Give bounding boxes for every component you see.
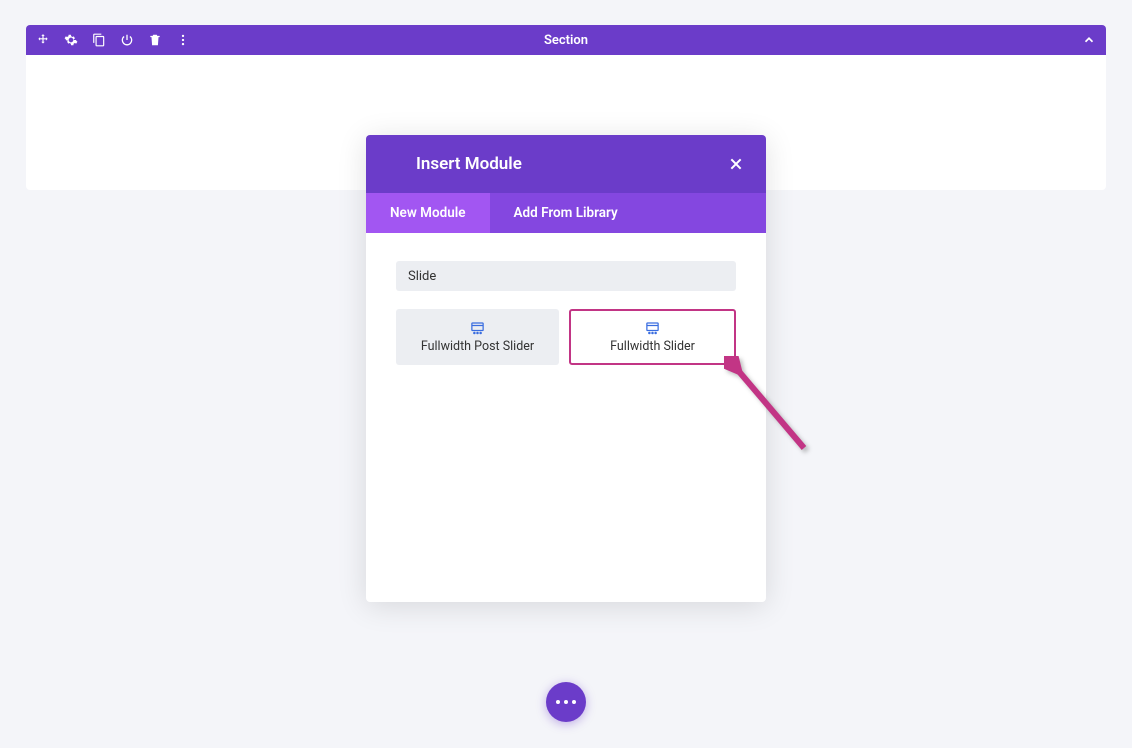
tab-new-module[interactable]: New Module — [366, 193, 490, 233]
modal-body: Fullwidth Post Slider Fullwidth Slider — [366, 233, 766, 602]
trash-icon[interactable] — [148, 33, 162, 47]
modal-header: Insert Module — [366, 135, 766, 193]
module-label: Fullwidth Slider — [610, 339, 695, 354]
duplicate-icon[interactable] — [92, 33, 106, 47]
section-tools — [36, 33, 190, 47]
section-header: Section — [26, 25, 1106, 55]
module-fullwidth-post-slider[interactable]: Fullwidth Post Slider — [396, 309, 559, 365]
chevron-up-icon[interactable] — [1082, 33, 1096, 47]
page-actions-button[interactable] — [546, 682, 586, 722]
module-label: Fullwidth Post Slider — [421, 339, 534, 354]
module-fullwidth-slider[interactable]: Fullwidth Slider — [569, 309, 736, 365]
close-icon[interactable] — [728, 156, 744, 172]
slider-icon — [645, 321, 660, 335]
power-icon[interactable] — [120, 33, 134, 47]
more-icon[interactable] — [176, 33, 190, 47]
gear-icon[interactable] — [64, 33, 78, 47]
section-title: Section — [544, 33, 588, 48]
slider-icon — [470, 321, 485, 335]
insert-module-modal: Insert Module New Module Add From Librar… — [366, 135, 766, 602]
move-icon[interactable] — [36, 33, 50, 47]
modal-title: Insert Module — [388, 154, 522, 174]
module-grid: Fullwidth Post Slider Fullwidth Slider — [396, 309, 736, 365]
search-input[interactable] — [396, 261, 736, 291]
modal-tabs: New Module Add From Library — [366, 193, 766, 233]
tab-add-from-library[interactable]: Add From Library — [490, 193, 642, 233]
